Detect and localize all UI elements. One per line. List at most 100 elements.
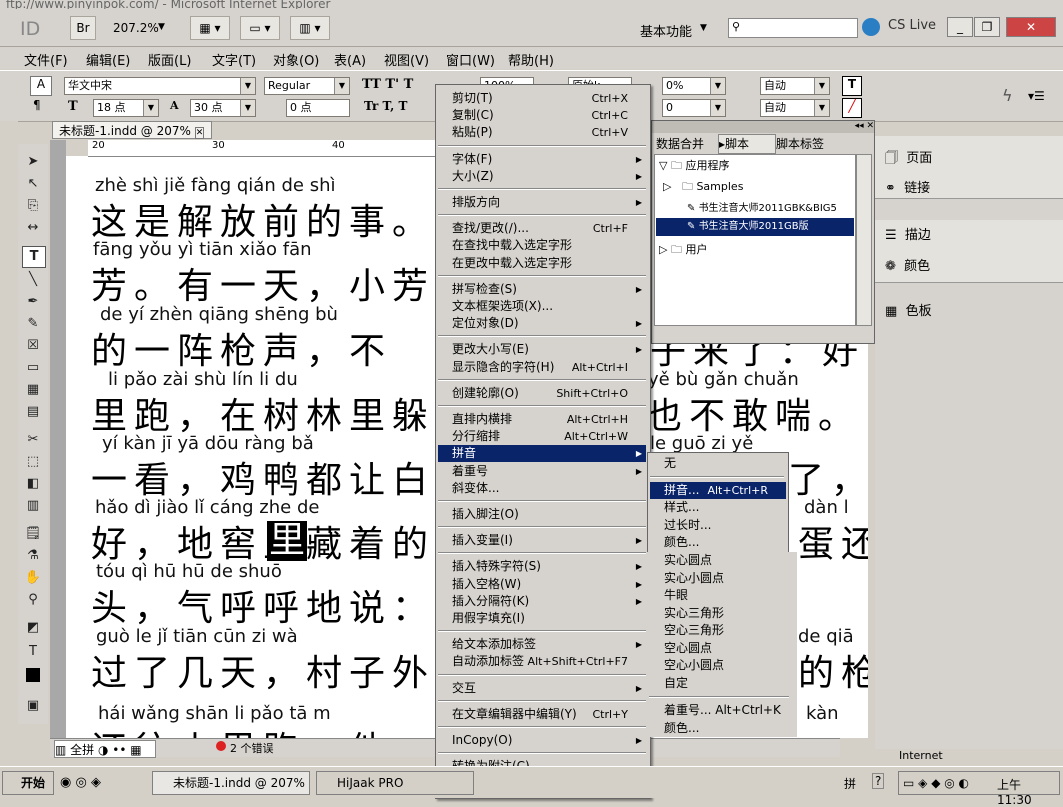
dock-color[interactable]: ❁ 颜色 xyxy=(885,256,930,278)
tree-item-script-selected[interactable]: ✎ 书生注音大师2011GB版 xyxy=(656,218,854,236)
context-menu-item[interactable]: 文本框架选项(X)... xyxy=(452,298,646,315)
context-menu-item[interactable]: 分行缩排 Alt+Ctrl+W xyxy=(452,428,646,445)
menu-object[interactable]: 对象(O) xyxy=(273,50,319,69)
stroke-none-icon[interactable]: ╱ xyxy=(842,98,862,118)
ime-status[interactable]: ▥ 全拼 ◑ •• ▦ xyxy=(54,740,156,758)
menu-view[interactable]: 视图(V) xyxy=(384,50,429,69)
screen-mode-button[interactable]: ▭ ▾ xyxy=(240,16,280,40)
tree-item-applications[interactable]: ▽ 🗀 应用程序 xyxy=(659,157,729,176)
preflight-status[interactable]: 2 个错误 xyxy=(230,740,274,756)
context-menu-item[interactable]: 定位对象(D) ▶ xyxy=(452,315,646,332)
eyedropper-tool-icon[interactable]: ⚗ xyxy=(22,546,44,566)
context-menu-item[interactable]: 排版方向 ▶ xyxy=(452,194,646,211)
context-menu-item[interactable]: 字体(F) ▶ xyxy=(452,151,646,168)
context-menu-item[interactable]: 插入变量(I) ▶ xyxy=(452,532,646,549)
tab-script-label[interactable]: 脚本标签 xyxy=(776,135,838,152)
context-menu-item[interactable]: 用假字填充(I) xyxy=(452,610,646,627)
gap-tool-icon[interactable]: ↔ xyxy=(22,218,44,238)
lightning-icon[interactable]: ϟ xyxy=(1002,86,1013,105)
context-menu-item[interactable]: 插入特殊字符(S) ▶ xyxy=(452,558,646,575)
dock-links[interactable]: ⚭ 链接 xyxy=(885,178,930,200)
leading-field[interactable]: 30 点 ▼ xyxy=(190,99,256,117)
context-menu-item[interactable]: 插入空格(W) ▶ xyxy=(452,576,646,593)
pencil-tool-icon[interactable]: ✎ xyxy=(22,314,44,334)
character-mode-icon[interactable]: A xyxy=(30,76,52,96)
emphasis-submenu-item[interactable]: 牛眼 xyxy=(664,587,688,604)
context-menu-item[interactable]: 插入脚注(O) xyxy=(452,506,646,523)
type-tool-icon[interactable]: T xyxy=(22,246,46,268)
note-tool-icon[interactable]: 🗒 xyxy=(22,524,44,544)
menu-layout[interactable]: 版面(L) xyxy=(148,50,191,69)
emphasis-submenu-item[interactable]: 自定 xyxy=(664,675,688,692)
quick-launch-icons[interactable]: ◉ ◎ ◈ xyxy=(60,775,101,790)
emphasis-submenu-item[interactable]: 空心小圆点 xyxy=(664,657,724,674)
help-icon[interactable]: ? xyxy=(872,773,885,789)
panel-header[interactable]: ◂◂ ✕ xyxy=(652,121,874,133)
grid-tool-icon[interactable]: ▦ xyxy=(22,380,44,400)
chevron-down-icon[interactable]: ▼ xyxy=(700,23,707,33)
task-hijaak[interactable]: HiJaak PRO xyxy=(316,771,474,795)
start-button[interactable]: 开始 xyxy=(2,771,54,795)
cs-live-button[interactable]: CS Live xyxy=(888,18,936,33)
menu-help[interactable]: 帮助(H) xyxy=(508,50,554,69)
grid-alignment-field[interactable]: 自动 ▼ xyxy=(760,99,830,117)
context-menu-item[interactable]: 粘贴(P) Ctrl+V xyxy=(452,124,646,141)
context-menu-item[interactable]: 剪切(T) Ctrl+X xyxy=(452,90,646,107)
tree-item-user[interactable]: ▷ 🗀 用户 xyxy=(659,241,707,260)
menu-table[interactable]: 表(A) xyxy=(334,50,366,69)
tab-data-merge[interactable]: 数据合并 xyxy=(656,135,716,152)
pinyin-submenu-item[interactable]: 拼音... Alt+Ctrl+R xyxy=(650,481,786,499)
fill-text-icon[interactable]: T xyxy=(842,76,862,96)
bridge-button[interactable]: Br xyxy=(70,16,96,40)
tree-item-samples[interactable]: ▷ 🗀 Samples xyxy=(663,178,743,197)
restore-button[interactable]: ❐ xyxy=(974,17,1000,37)
menu-edit[interactable]: 编辑(E) xyxy=(86,50,130,69)
zoom-level[interactable]: 207.2% xyxy=(113,21,159,35)
emphasis-submenu-item[interactable]: 空心圆点 xyxy=(664,640,712,657)
pinyin-submenu-item[interactable]: 过长时... xyxy=(664,517,784,534)
tree-item-script[interactable]: ✎ 书生注音大师2011GBK&BIG5 xyxy=(687,199,837,214)
hand-tool-icon[interactable]: ✋ xyxy=(22,568,44,588)
baseline-shift-field[interactable]: 0 ▼ xyxy=(662,99,726,117)
minimize-button[interactable]: _ xyxy=(947,17,973,37)
chevron-down-icon[interactable]: ▼ xyxy=(158,22,165,32)
tray-icons[interactable]: ▭ ◈ ◆ ◎ ◐ xyxy=(903,776,969,790)
context-menu-item[interactable]: 斜变体... xyxy=(452,480,646,497)
context-menu-item[interactable]: 拼音 ▶ xyxy=(438,445,646,463)
context-menu-item[interactable]: 显示隐含的字符(H) Alt+Ctrl+I xyxy=(452,359,646,376)
free-transform-tool-icon[interactable]: ⬚ xyxy=(22,452,44,472)
emphasis-submenu-item[interactable]: 实心圆点 xyxy=(664,552,712,569)
view-options-button[interactable]: ▦ ▾ xyxy=(190,16,230,40)
context-menu-item[interactable]: 创建轮廓(O) Shift+Ctrl+O xyxy=(452,385,646,402)
emphasis-submenu-item[interactable]: 实心小圆点 xyxy=(664,570,724,587)
context-menu-item[interactable]: 插入分隔符(K) ▶ xyxy=(452,593,646,610)
context-menu-item[interactable]: 大小(Z) ▶ xyxy=(452,168,646,185)
frame-grid-tool-icon[interactable]: ▤ xyxy=(22,402,44,422)
autoleading-field[interactable]: 自动 ▼ xyxy=(760,77,830,95)
font-family-field[interactable]: 华文中宋 ▼ xyxy=(64,77,256,95)
document-tab[interactable]: 未标题-1.indd @ 207% ✕ xyxy=(52,121,212,139)
selection-tool-icon[interactable]: ➤ xyxy=(22,152,44,172)
gradient-swatch-tool-icon[interactable]: ◧ xyxy=(22,474,44,494)
kerning-field[interactable]: 0 点 xyxy=(286,99,350,117)
gradient-feather-tool-icon[interactable]: ▥ xyxy=(22,496,44,516)
scissors-tool-icon[interactable]: ✂ xyxy=(22,430,44,450)
apply-color-icon[interactable] xyxy=(26,668,40,682)
context-menu-item[interactable]: 拼写检查(S) ▶ xyxy=(452,281,646,298)
selected-character[interactable]: 里 xyxy=(267,521,307,561)
pinyin-submenu-item[interactable]: 样式... xyxy=(664,499,784,516)
context-menu-item[interactable]: 复制(C) Ctrl+C xyxy=(452,107,646,124)
close-button[interactable]: ✕ xyxy=(1006,17,1056,37)
rectangle-tool-icon[interactable]: ▭ xyxy=(22,358,44,378)
direct-selection-tool-icon[interactable]: ↖ xyxy=(22,174,44,194)
line-tool-icon[interactable]: ╲ xyxy=(22,270,44,290)
fill-stroke-icon[interactable]: ◩ xyxy=(22,618,44,638)
emphasis-submenu-item[interactable]: 着重号... Alt+Ctrl+K xyxy=(664,702,781,719)
small-caps-button[interactable]: Tr T, T xyxy=(364,99,407,113)
context-menu-item[interactable]: 给文本添加标签 ▶ xyxy=(452,636,646,653)
dock-swatches[interactable]: ▦ 色板 xyxy=(885,301,932,323)
menu-window[interactable]: 窗口(W) xyxy=(446,50,495,69)
help-search-input[interactable]: ⚲ xyxy=(728,18,858,38)
menu-file[interactable]: 文件(F) xyxy=(24,50,68,69)
font-style-field[interactable]: Regular ▼ xyxy=(264,77,350,95)
